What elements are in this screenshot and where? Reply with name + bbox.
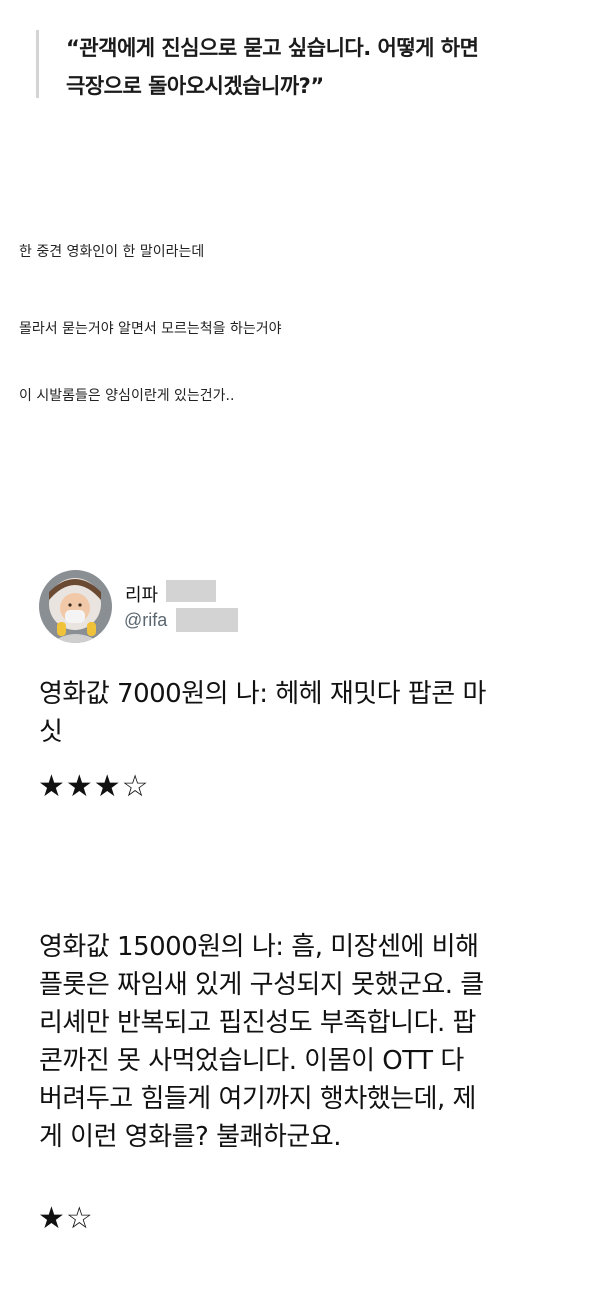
review-2-line: 콘까진 못 사먹었습니다. 이몸이 OTT 다 [39,1046,464,1076]
review-1-line: 싯 [39,717,63,747]
quote-bar [36,30,39,98]
review-2-line: 게 이런 영화를? 불쾌하군요. [39,1122,341,1152]
quote-line-2: 극장으로 돌아오시겠습니까?” [66,74,324,98]
user-handle[interactable]: @rifa [124,610,167,631]
review-1-text: 영화값 7000원의 나: 헤헤 재밋다 팝콘 마 싯 [39,675,569,751]
review-1-stars: ★★★☆ [38,769,150,804]
quote-line-1: “관객에게 진심으로 묻고 싶습니다. 어떻게 하면 [66,36,479,60]
review-2-line: 영화값 15000원의 나: 흠, 미장센에 비해 [39,932,479,962]
review-1-line: 영화값 7000원의 나: 헤헤 재밋다 팝콘 마 [39,679,486,709]
redaction-name [166,580,216,602]
post-text-line-1: 한 중견 영화인이 한 말이라는데 [19,244,205,260]
display-name[interactable]: 리파 [125,581,158,607]
review-2-text: 영화값 15000원의 나: 흠, 미장센에 비해 플롯은 짜임새 있게 구성되… [39,928,569,1156]
review-2-line: 플롯은 짜임새 있게 구성되지 못했군요. 클 [39,970,484,1000]
review-2-line: 리셰만 반복되고 핍진성도 부족합니다. 팝 [39,1008,476,1038]
redaction-handle [176,608,238,632]
post-text-line-3: 이 시발롬들은 양심이란게 있는건가.. [19,388,235,404]
review-2-line: 버려두고 힘들게 여기까지 행차했는데, 제 [39,1084,476,1114]
quote-block: “관객에게 진심으로 묻고 싶습니다. 어떻게 하면 극장으로 돌아오시겠습니까… [36,26,576,100]
post-text-line-2: 몰라서 묻는거야 알면서 모르는척을 하는거야 [19,321,282,337]
avatar[interactable] [39,570,112,643]
review-2-stars: ★☆ [38,1201,94,1236]
